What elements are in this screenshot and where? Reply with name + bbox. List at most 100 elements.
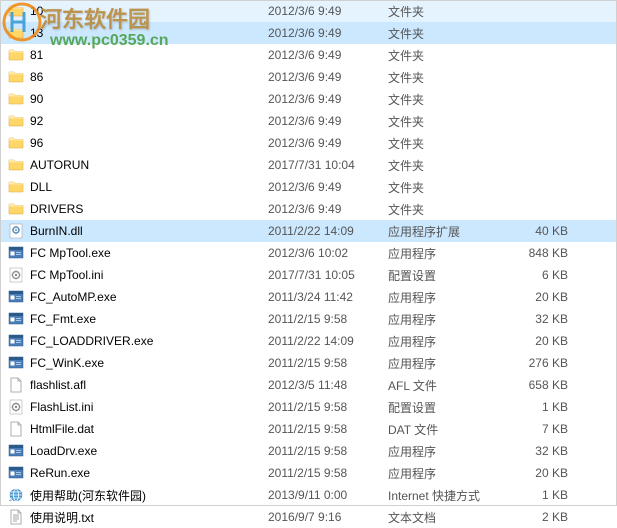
file-row[interactable]: 132012/3/6 9:49文件夹 xyxy=(0,22,617,44)
col-type: 文件夹 xyxy=(388,69,508,86)
file-name: FC_Fmt.exe xyxy=(30,312,96,326)
col-size: 276 KB xyxy=(508,356,578,370)
col-name: 使用帮助(河东软件园) xyxy=(8,487,268,504)
file-row[interactable]: AUTORUN2017/7/31 10:04文件夹 xyxy=(0,154,617,176)
file-row[interactable]: 102012/3/6 9:49文件夹 xyxy=(0,0,617,22)
col-name: FC_AutoMP.exe xyxy=(8,289,268,305)
file-name: FlashList.ini xyxy=(30,400,93,414)
col-size: 848 KB xyxy=(508,246,578,260)
file-row[interactable]: HtmlFile.dat2011/2/15 9:58DAT 文件7 KB xyxy=(0,418,617,440)
file-name: FC MpTool.ini xyxy=(30,268,103,282)
file-row[interactable]: FC_LOADDRIVER.exe2011/2/22 14:09应用程序20 K… xyxy=(0,330,617,352)
file-row[interactable]: FlashList.ini2011/2/15 9:58配置设置1 KB xyxy=(0,396,617,418)
col-date: 2011/2/15 9:58 xyxy=(268,356,388,370)
txt-icon xyxy=(8,509,24,525)
file-row[interactable]: 90 2012/3/6 9:49文件夹 xyxy=(0,88,617,110)
file-row[interactable]: 862012/3/6 9:49文件夹 xyxy=(0,66,617,88)
exe-icon xyxy=(8,245,24,261)
col-date: 2012/3/6 9:49 xyxy=(268,48,388,62)
file-name: LoadDrv.exe xyxy=(30,444,97,458)
file-row[interactable]: FC MpTool.exe2012/3/6 10:02应用程序848 KB xyxy=(0,242,617,264)
file-name: 使用说明.txt xyxy=(30,509,94,526)
col-type: 应用程序 xyxy=(388,465,508,482)
col-date: 2011/2/15 9:58 xyxy=(268,400,388,414)
col-name: AUTORUN xyxy=(8,157,268,173)
col-name: 使用说明.txt xyxy=(8,509,268,526)
col-date: 2011/2/15 9:58 xyxy=(268,444,388,458)
col-date: 2012/3/5 11:48 xyxy=(268,378,388,392)
col-date: 2011/2/15 9:58 xyxy=(268,312,388,326)
col-date: 2012/3/6 9:49 xyxy=(268,136,388,150)
col-date: 2012/3/6 9:49 xyxy=(268,26,388,40)
col-date: 2012/3/6 9:49 xyxy=(268,180,388,194)
col-size: 20 KB xyxy=(508,290,578,304)
file-row[interactable]: FC MpTool.ini2017/7/31 10:05配置设置6 KB xyxy=(0,264,617,286)
col-type: Internet 快捷方式 xyxy=(388,487,508,504)
file-name: 使用帮助(河东软件园) xyxy=(30,487,146,504)
col-date: 2011/2/15 9:58 xyxy=(268,466,388,480)
col-name: FC_Fmt.exe xyxy=(8,311,268,327)
file-row[interactable]: flashlist.afl2012/3/5 11:48AFL 文件658 KB xyxy=(0,374,617,396)
file-name: BurnIN.dll xyxy=(30,224,83,238)
exe-icon xyxy=(8,443,24,459)
col-size: 20 KB xyxy=(508,466,578,480)
file-row[interactable]: 使用帮助(河东软件园) 2013/9/11 0:00Internet 快捷方式1 … xyxy=(0,484,617,506)
col-name: DRIVERS xyxy=(8,201,268,217)
file-name: 96 xyxy=(30,136,43,150)
col-date: 2011/2/22 14:09 xyxy=(268,224,388,238)
folder-icon xyxy=(8,47,24,63)
file-row[interactable]: 922012/3/6 9:49文件夹 xyxy=(0,110,617,132)
col-size: 1 KB xyxy=(508,488,578,502)
col-name: 81 xyxy=(8,47,268,63)
file-name: FC_LOADDRIVER.exe xyxy=(30,334,153,348)
exe-icon xyxy=(8,333,24,349)
file-row[interactable]: 812012/3/6 9:49文件夹 xyxy=(0,44,617,66)
folder-icon xyxy=(8,25,24,41)
col-name: FC MpTool.ini xyxy=(8,267,268,283)
file-row[interactable]: ReRun.exe2011/2/15 9:58应用程序20 KB xyxy=(0,462,617,484)
file-name: 90 xyxy=(30,92,43,106)
folder-icon xyxy=(8,113,24,129)
file-row[interactable]: FC_Fmt.exe2011/2/15 9:58应用程序32 KB xyxy=(0,308,617,330)
col-type: AFL 文件 xyxy=(388,377,508,394)
col-size: 1 KB xyxy=(508,400,578,414)
col-date: 2012/3/6 9:49 xyxy=(268,92,388,106)
file-row[interactable]: FC_AutoMP.exe2011/3/24 11:42应用程序20 KB xyxy=(0,286,617,308)
col-name: BurnIN.dll xyxy=(8,223,268,239)
folder-icon xyxy=(8,91,24,107)
col-size: 2 KB xyxy=(508,510,578,524)
file-name: DLL xyxy=(30,180,52,194)
col-type: 文件夹 xyxy=(388,135,508,152)
col-name: 92 xyxy=(8,113,268,129)
file-name: FC MpTool.exe xyxy=(30,246,111,260)
dll-icon xyxy=(8,223,24,239)
col-date: 2012/3/6 9:49 xyxy=(268,202,388,216)
col-date: 2017/7/31 10:05 xyxy=(268,268,388,282)
col-size: 6 KB xyxy=(508,268,578,282)
file-row[interactable]: 96 2012/3/6 9:49文件夹 xyxy=(0,132,617,154)
col-name: 96 xyxy=(8,135,268,151)
file-name: flashlist.afl xyxy=(30,378,86,392)
ini-icon xyxy=(8,399,24,415)
folder-icon xyxy=(8,201,24,217)
file-name: HtmlFile.dat xyxy=(30,422,94,436)
col-name: FlashList.ini xyxy=(8,399,268,415)
folder-icon xyxy=(8,157,24,173)
file-row[interactable]: DRIVERS2012/3/6 9:49文件夹 xyxy=(0,198,617,220)
col-type: 文件夹 xyxy=(388,157,508,174)
folder-icon xyxy=(8,3,24,19)
col-size: 32 KB xyxy=(508,312,578,326)
col-type: 文件夹 xyxy=(388,91,508,108)
col-size: 32 KB xyxy=(508,444,578,458)
file-row[interactable]: DLL2012/3/6 9:49文件夹 xyxy=(0,176,617,198)
file-row[interactable]: 使用说明.txt2016/9/7 9:16文本文档2 KB xyxy=(0,506,617,528)
col-date: 2013/9/11 0:00 xyxy=(268,488,388,502)
file-row[interactable]: LoadDrv.exe2011/2/15 9:58应用程序32 KB xyxy=(0,440,617,462)
folder-icon xyxy=(8,179,24,195)
col-type: 文件夹 xyxy=(388,3,508,20)
col-date: 2012/3/6 9:49 xyxy=(268,4,388,18)
file-row[interactable]: FC_WinK.exe2011/2/15 9:58应用程序276 KB xyxy=(0,352,617,374)
col-name: HtmlFile.dat xyxy=(8,421,268,437)
file-row[interactable]: BurnIN.dll2011/2/22 14:09应用程序扩展40 KB xyxy=(0,220,617,242)
file-name: FC_AutoMP.exe xyxy=(30,290,117,304)
